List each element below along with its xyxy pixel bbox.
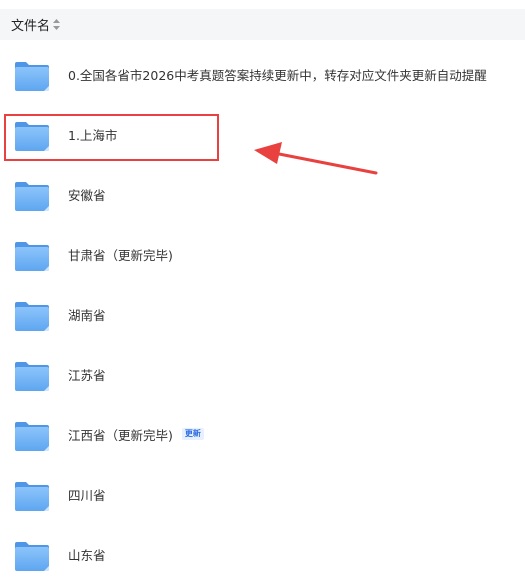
file-row[interactable]: 江苏省 — [0, 344, 525, 404]
folder-icon — [14, 120, 50, 152]
update-badge: 更新 — [181, 428, 204, 440]
file-row[interactable]: 四川省 — [0, 464, 525, 524]
file-row[interactable]: 安徽省 — [0, 164, 525, 224]
file-row[interactable]: 江西省（更新完毕) 更新 — [0, 404, 525, 464]
folder-icon — [14, 540, 50, 572]
file-name[interactable]: 山东省 — [68, 545, 106, 564]
folder-icon — [14, 180, 50, 212]
file-name[interactable]: 0.全国各省市2026中考真题答案持续更新中，转存对应文件夹更新自动提醒 — [68, 65, 487, 84]
file-name[interactable]: 江西省（更新完毕) — [68, 425, 173, 444]
file-name[interactable]: 江苏省 — [68, 365, 106, 384]
folder-icon — [14, 480, 50, 512]
folder-icon — [14, 240, 50, 272]
folder-icon — [14, 360, 50, 392]
file-name[interactable]: 甘肃省（更新完毕) — [68, 245, 173, 264]
file-row[interactable]: 1.上海市 — [0, 104, 525, 164]
file-row[interactable]: 0.全国各省市2026中考真题答案持续更新中，转存对应文件夹更新自动提醒 — [0, 44, 525, 104]
file-row[interactable]: 山东省 — [0, 524, 525, 578]
file-name[interactable]: 湖南省 — [68, 305, 106, 324]
folder-icon — [14, 420, 50, 452]
file-name[interactable]: 1.上海市 — [68, 125, 117, 144]
file-list-header: 文件名 — [0, 9, 525, 40]
folder-icon — [14, 60, 50, 92]
file-row[interactable]: 湖南省 — [0, 284, 525, 344]
file-browser: 文件名 0.全国各省市2026中考真题答案持续更新中，转存对应文件夹更新自动提醒 — [0, 0, 525, 578]
file-name[interactable]: 安徽省 — [68, 185, 106, 204]
file-list: 0.全国各省市2026中考真题答案持续更新中，转存对应文件夹更新自动提醒 1.上… — [0, 44, 525, 578]
file-row[interactable]: 甘肃省（更新完毕) — [0, 224, 525, 284]
sort-icon[interactable] — [53, 19, 61, 31]
column-header-filename[interactable]: 文件名 — [11, 15, 50, 34]
folder-icon — [14, 300, 50, 332]
file-name[interactable]: 四川省 — [68, 485, 106, 504]
